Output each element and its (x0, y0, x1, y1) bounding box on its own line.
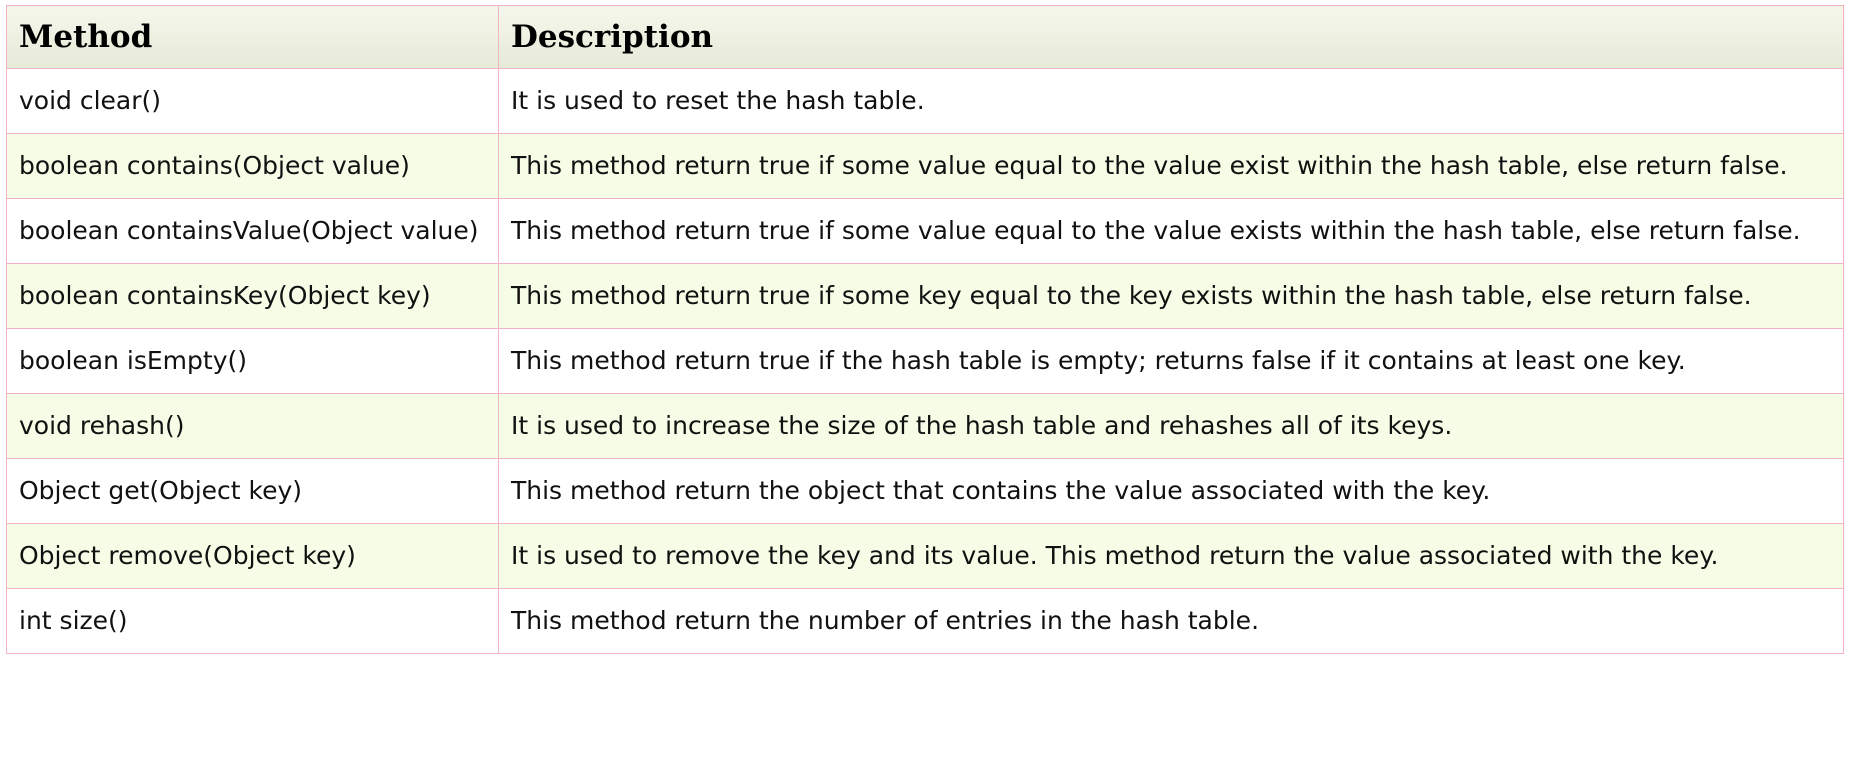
description-cell: It is used to increase the size of the h… (498, 393, 1844, 459)
table-row: boolean isEmpty() This method return tru… (6, 328, 1844, 394)
method-cell: void clear() (6, 68, 499, 134)
methods-table-container: Method Description void clear() It is us… (6, 5, 1844, 654)
method-cell: boolean containsKey(Object key) (6, 263, 499, 329)
description-cell: It is used to remove the key and its val… (498, 523, 1844, 589)
description-cell: This method return true if the hash tabl… (498, 328, 1844, 394)
method-cell: Object remove(Object key) (6, 523, 499, 589)
table-row: void clear() It is used to reset the has… (6, 68, 1844, 134)
description-cell: This method return true if some key equa… (498, 263, 1844, 329)
description-cell: This method return true if some value eq… (498, 133, 1844, 199)
table-row: boolean containsValue(Object value) This… (6, 198, 1844, 264)
method-cell: boolean isEmpty() (6, 328, 499, 394)
methods-table: Method Description void clear() It is us… (6, 5, 1844, 654)
description-cell: This method return true if some value eq… (498, 198, 1844, 264)
method-cell: Object get(Object key) (6, 458, 499, 524)
method-cell: int size() (6, 588, 499, 654)
description-cell: This method return the number of entries… (498, 588, 1844, 654)
method-column-header: Method (6, 5, 499, 69)
table-row: boolean containsKey(Object key) This met… (6, 263, 1844, 329)
method-cell: boolean contains(Object value) (6, 133, 499, 199)
table-header-row: Method Description (6, 5, 1844, 69)
table-row: int size() This method return the number… (6, 588, 1844, 654)
table-row: void rehash() It is used to increase the… (6, 393, 1844, 459)
table-row: Object get(Object key) This method retur… (6, 458, 1844, 524)
description-column-header: Description (498, 5, 1844, 69)
table-row: Object remove(Object key) It is used to … (6, 523, 1844, 589)
method-cell: void rehash() (6, 393, 499, 459)
table-row: boolean contains(Object value) This meth… (6, 133, 1844, 199)
description-cell: This method return the object that conta… (498, 458, 1844, 524)
method-cell: boolean containsValue(Object value) (6, 198, 499, 264)
description-cell: It is used to reset the hash table. (498, 68, 1844, 134)
